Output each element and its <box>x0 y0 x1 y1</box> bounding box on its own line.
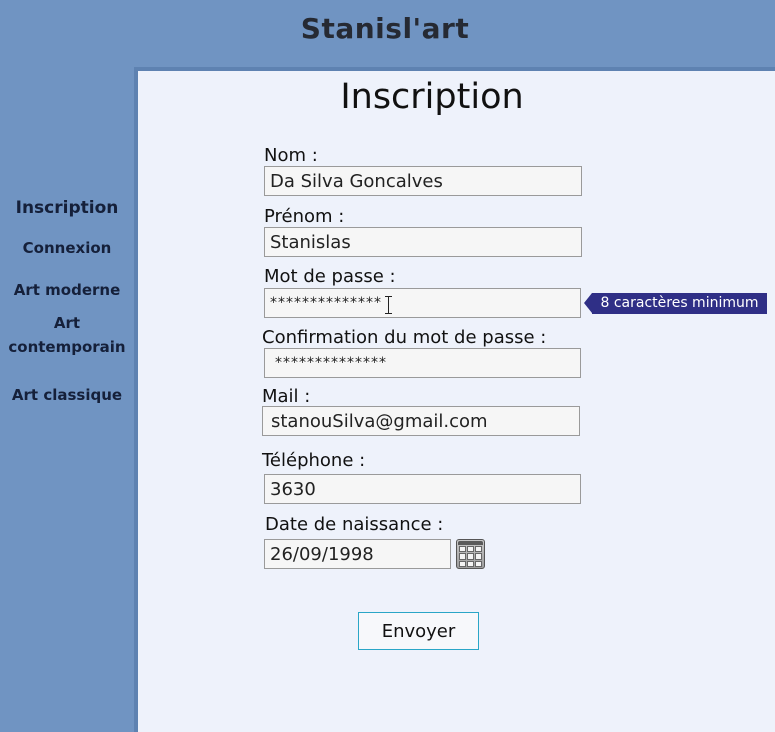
submit-button[interactable]: Envoyer <box>358 612 479 650</box>
telephone-input[interactable] <box>264 474 581 504</box>
mail-input[interactable] <box>262 406 580 436</box>
telephone-label: Téléphone : <box>262 450 366 471</box>
confirm-password-label: Confirmation du mot de passe : <box>262 327 547 348</box>
password-input[interactable] <box>264 288 581 318</box>
confirm-password-input[interactable] <box>264 348 581 378</box>
prenom-input[interactable] <box>264 227 582 257</box>
page-title: Inscription <box>340 77 524 117</box>
calendar-cell <box>459 553 466 560</box>
calendar-grid <box>459 546 482 567</box>
calendar-cell <box>459 546 466 553</box>
calendar-cell <box>475 560 482 567</box>
password-label: Mot de passe : <box>264 266 396 287</box>
nom-label: Nom : <box>264 145 318 166</box>
prenom-label: Prénom : <box>264 206 345 227</box>
calendar-cell <box>459 560 466 567</box>
calendar-cell <box>475 546 482 553</box>
text-cursor-icon <box>385 296 393 314</box>
calendar-cell <box>467 553 474 560</box>
birthdate-label: Date de naissance : <box>265 514 444 535</box>
sidebar-item-inscription[interactable]: Inscription <box>0 196 134 220</box>
calendar-cell <box>467 560 474 567</box>
password-hint-tooltip: 8 caractères minimum <box>584 293 767 314</box>
sidebar-item-art-classique[interactable]: Art classique <box>0 383 134 407</box>
sidebar-item-art-contemporain[interactable]: Art contemporain <box>0 311 134 359</box>
calendar-icon[interactable] <box>456 539 485 569</box>
sidebar-item-connexion[interactable]: Connexion <box>0 236 134 260</box>
site-title: Stanisl'art <box>300 12 470 45</box>
sidebar-item-art-moderne[interactable]: Art moderne <box>0 278 134 302</box>
calendar-cell <box>467 546 474 553</box>
mail-label: Mail : <box>262 386 311 407</box>
sidebar-nav: Inscription Connexion Art moderne Art co… <box>0 70 134 732</box>
calendar-cell <box>475 553 482 560</box>
birthdate-input[interactable] <box>264 539 451 569</box>
calendar-header <box>458 541 483 545</box>
nom-input[interactable] <box>264 166 582 196</box>
